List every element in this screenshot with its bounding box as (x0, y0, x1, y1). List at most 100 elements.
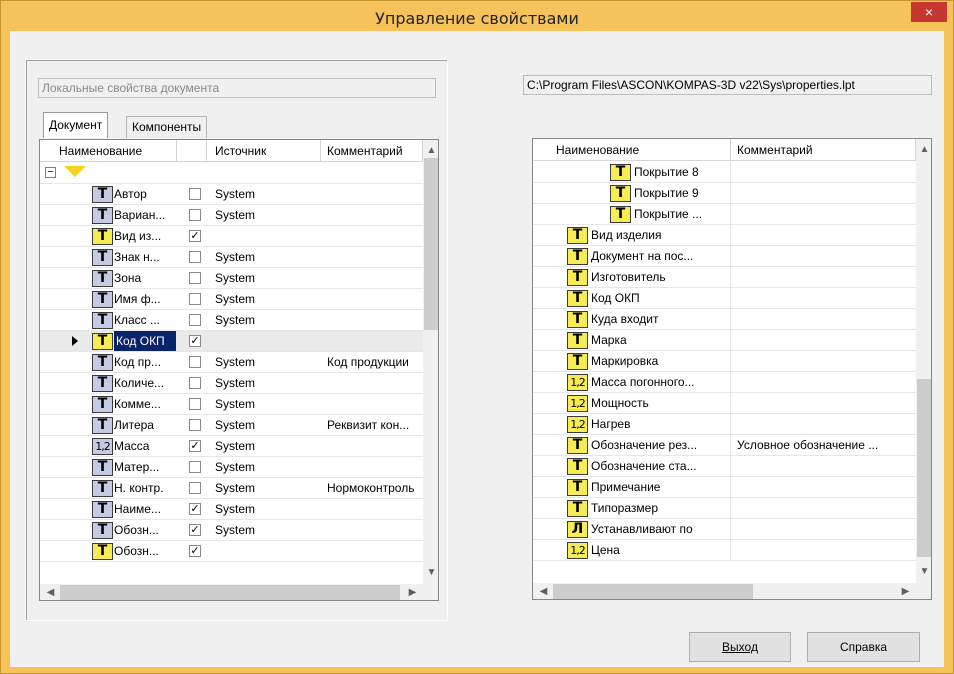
text-type-icon: T (92, 354, 113, 371)
table-row[interactable]: T Имя ф... System (40, 289, 423, 310)
table-row[interactable]: T Документ на пос... (533, 246, 916, 267)
table-row[interactable]: 1,2 Масса ✓ System (40, 436, 423, 457)
left-vertical-scrollbar[interactable]: ▲ ▼ (423, 140, 438, 584)
tab-components[interactable]: Компоненты (126, 116, 208, 138)
table-row[interactable]: 1,2 Масса погонного... (533, 372, 916, 393)
table-row[interactable]: T Маркировка (533, 351, 916, 372)
table-row[interactable]: T Зона System (40, 268, 423, 289)
table-row[interactable]: T Комме... System (40, 394, 423, 415)
row-checkbox[interactable] (189, 461, 201, 473)
table-row[interactable]: T Покрытие ... (533, 204, 916, 225)
row-checkbox[interactable] (189, 272, 201, 284)
table-row[interactable]: T Покрытие 8 (533, 162, 916, 183)
column-name[interactable]: Наименование (40, 140, 177, 162)
row-checkbox[interactable] (189, 377, 201, 389)
row-checkbox[interactable] (189, 398, 201, 410)
hscroll-thumb[interactable] (60, 585, 400, 600)
column-divider (730, 330, 731, 351)
table-row[interactable]: T Куда входит (533, 309, 916, 330)
exit-button[interactable]: Выход (689, 632, 791, 662)
column-name[interactable]: Наименование (533, 139, 731, 161)
column-divider (730, 183, 731, 204)
column-comment[interactable]: Комментарий (321, 140, 423, 162)
table-row[interactable]: T Вариан... System (40, 205, 423, 226)
scroll-right-icon[interactable]: ▶ (404, 584, 421, 600)
row-checkbox[interactable] (189, 419, 201, 431)
tree-root-row[interactable]: − (40, 163, 423, 184)
scroll-left-icon[interactable]: ◀ (42, 584, 59, 600)
table-row[interactable]: 1,2 Мощность (533, 393, 916, 414)
row-checkbox[interactable] (189, 314, 201, 326)
column-comment[interactable]: Комментарий (731, 139, 916, 161)
row-checkbox[interactable]: ✓ (189, 440, 201, 452)
scroll-thumb[interactable] (424, 158, 438, 330)
table-row[interactable]: T Код ОКП ✓ (40, 331, 423, 352)
row-checkbox[interactable]: ✓ (189, 230, 201, 242)
text-type-icon: T (92, 312, 113, 329)
table-row[interactable]: T Автор System (40, 184, 423, 205)
close-button[interactable]: × (911, 2, 947, 22)
scroll-down-icon[interactable]: ▼ (423, 564, 438, 581)
row-name: Класс ... (114, 313, 161, 327)
row-checkbox[interactable] (189, 209, 201, 221)
row-checkbox[interactable]: ✓ (189, 335, 201, 347)
table-row[interactable]: T Знак н... System (40, 247, 423, 268)
table-row[interactable]: T Вид из... ✓ (40, 226, 423, 247)
scroll-left-icon[interactable]: ◀ (535, 583, 552, 599)
column-divider (730, 414, 731, 435)
table-row[interactable]: T Обозначение ста... (533, 456, 916, 477)
text-type-icon: T (567, 479, 588, 496)
scroll-right-icon[interactable]: ▶ (897, 583, 914, 599)
table-row[interactable]: T Наиме... ✓ System (40, 499, 423, 520)
table-row[interactable]: T Класс ... System (40, 310, 423, 331)
column-divider (730, 372, 731, 393)
scroll-up-icon[interactable]: ▲ (423, 142, 438, 159)
help-button[interactable]: Справка (807, 632, 920, 662)
row-checkbox[interactable]: ✓ (189, 503, 201, 515)
row-checkbox[interactable]: ✓ (189, 524, 201, 536)
scroll-down-icon[interactable]: ▼ (916, 563, 931, 580)
table-row[interactable]: T Покрытие 9 (533, 183, 916, 204)
row-name: Нагрев (591, 417, 631, 431)
table-row[interactable]: T Типоразмер (533, 498, 916, 519)
table-row[interactable]: T Примечание (533, 477, 916, 498)
row-checkbox[interactable] (189, 251, 201, 263)
table-row[interactable]: Л Устанавливают по (533, 519, 916, 540)
table-row[interactable]: 1,2 Цена (533, 540, 916, 561)
scroll-up-icon[interactable]: ▲ (916, 141, 931, 158)
column-divider (730, 204, 731, 225)
tab-document[interactable]: Документ (43, 112, 109, 138)
right-horizontal-scrollbar[interactable]: ◀ ▶ (533, 583, 931, 599)
text-type-icon: T (92, 501, 113, 518)
left-horizontal-scrollbar[interactable]: ◀ ▶ (40, 584, 438, 600)
title-bar[interactable]: Управление свойствами × (1, 1, 953, 31)
row-comment: Реквизит кон... (327, 418, 410, 432)
table-row[interactable]: T Литера System Реквизит кон... (40, 415, 423, 436)
row-checkbox[interactable] (189, 188, 201, 200)
table-row[interactable]: T Вид изделия (533, 225, 916, 246)
number-type-icon: 1,2 (567, 374, 588, 391)
row-checkbox[interactable] (189, 482, 201, 494)
table-row[interactable]: T Матер... System (40, 457, 423, 478)
table-row[interactable]: T Обозн... ✓ (40, 541, 423, 562)
table-row[interactable]: T Обозначение рез... Условное обозначение … (533, 435, 916, 456)
collapse-icon[interactable]: − (45, 167, 56, 178)
right-vertical-scrollbar[interactable]: ▲ ▼ (916, 139, 931, 583)
text-type-icon: T (92, 396, 113, 413)
row-checkbox[interactable] (189, 356, 201, 368)
row-checkbox[interactable] (189, 293, 201, 305)
scroll-thumb[interactable] (917, 379, 931, 557)
table-row[interactable]: T Марка (533, 330, 916, 351)
table-row[interactable]: T Код ОКП (533, 288, 916, 309)
row-name: Мощность (591, 396, 649, 410)
table-row[interactable]: T Код пр... System Код продукции (40, 352, 423, 373)
column-check[interactable] (177, 140, 207, 162)
table-row[interactable]: T Обозн... ✓ System (40, 520, 423, 541)
table-row[interactable]: 1,2 Нагрев (533, 414, 916, 435)
table-row[interactable]: T Н. контр. System Нормоконтроль (40, 478, 423, 499)
row-checkbox[interactable]: ✓ (189, 545, 201, 557)
hscroll-thumb[interactable] (553, 584, 753, 599)
table-row[interactable]: T Изготовитель (533, 267, 916, 288)
table-row[interactable]: T Количе... System (40, 373, 423, 394)
column-source[interactable]: Источник (207, 140, 321, 162)
